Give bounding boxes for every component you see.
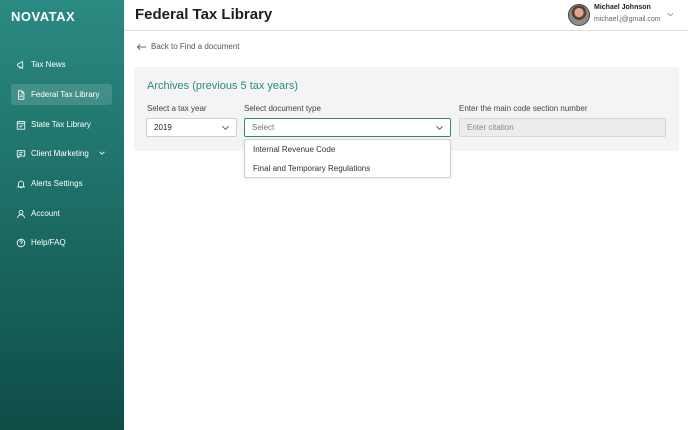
dropdown-option-final-temporary-regulations[interactable]: Final and Temporary Regulations [245, 159, 450, 178]
tax-year-label: Select a tax year [147, 104, 207, 113]
sidebar: NOVATAX Tax News Federal Tax Library Sta… [0, 0, 124, 430]
sidebar-item-alerts-settings[interactable]: Alerts Settings [11, 173, 112, 194]
chevron-down-icon [222, 125, 229, 130]
sidebar-item-label: Account [31, 209, 60, 218]
document-icon [16, 89, 26, 100]
sidebar-item-account[interactable]: Account [11, 203, 112, 224]
back-link-label: Back to Find a document [151, 42, 240, 51]
citation-label: Enter the main code section number [459, 104, 588, 113]
sidebar-item-client-marketing[interactable]: Client Marketing [11, 143, 112, 164]
sidebar-item-label: Tax News [31, 60, 66, 69]
sidebar-item-state-tax-library[interactable]: State Tax Library [11, 114, 112, 135]
sidebar-item-label: State Tax Library [31, 120, 91, 129]
chevron-down-icon[interactable] [98, 149, 106, 157]
chevron-down-icon[interactable] [666, 10, 675, 19]
user-name: Michael Johnson [594, 4, 651, 11]
top-header: Federal Tax Library Michael Johnson mich… [124, 0, 688, 31]
tax-year-value: 2019 [154, 123, 172, 132]
sidebar-item-tax-news[interactable]: Tax News [11, 54, 112, 75]
document-type-select[interactable]: Select [244, 118, 451, 137]
sidebar-item-label: Federal Tax Library [31, 90, 100, 99]
sidebar-item-label: Client Marketing [31, 149, 89, 158]
megaphone-icon [16, 60, 26, 70]
document-type-value: Select [252, 123, 275, 132]
document-type-label: Select document type [244, 104, 321, 113]
bell-icon [16, 179, 26, 189]
user-icon [16, 209, 26, 219]
arrow-left-icon [136, 43, 147, 50]
tax-year-select[interactable]: 2019 [146, 118, 237, 137]
app-logo[interactable]: NOVATAX [11, 9, 75, 24]
page-title: Federal Tax Library [135, 6, 273, 23]
dropdown-option-internal-revenue-code[interactable]: Internal Revenue Code [245, 140, 450, 159]
sidebar-item-federal-tax-library[interactable]: Federal Tax Library [11, 84, 112, 105]
user-email: michael.j@gmail.com [594, 16, 661, 23]
citation-input[interactable] [459, 118, 666, 137]
chevron-down-icon [436, 125, 443, 130]
document-type-dropdown: Internal Revenue Code Final and Temporar… [244, 139, 451, 178]
avatar[interactable] [568, 4, 590, 26]
back-link[interactable]: Back to Find a document [136, 42, 240, 51]
sidebar-item-help-faq[interactable]: Help/FAQ [11, 232, 112, 253]
panel-title: Archives (previous 5 tax years) [147, 80, 298, 92]
sidebar-item-label: Alerts Settings [31, 179, 83, 188]
sidebar-item-label: Help/FAQ [31, 238, 66, 247]
chat-icon [16, 149, 26, 159]
help-icon [16, 238, 26, 248]
calendar-icon [16, 120, 26, 130]
